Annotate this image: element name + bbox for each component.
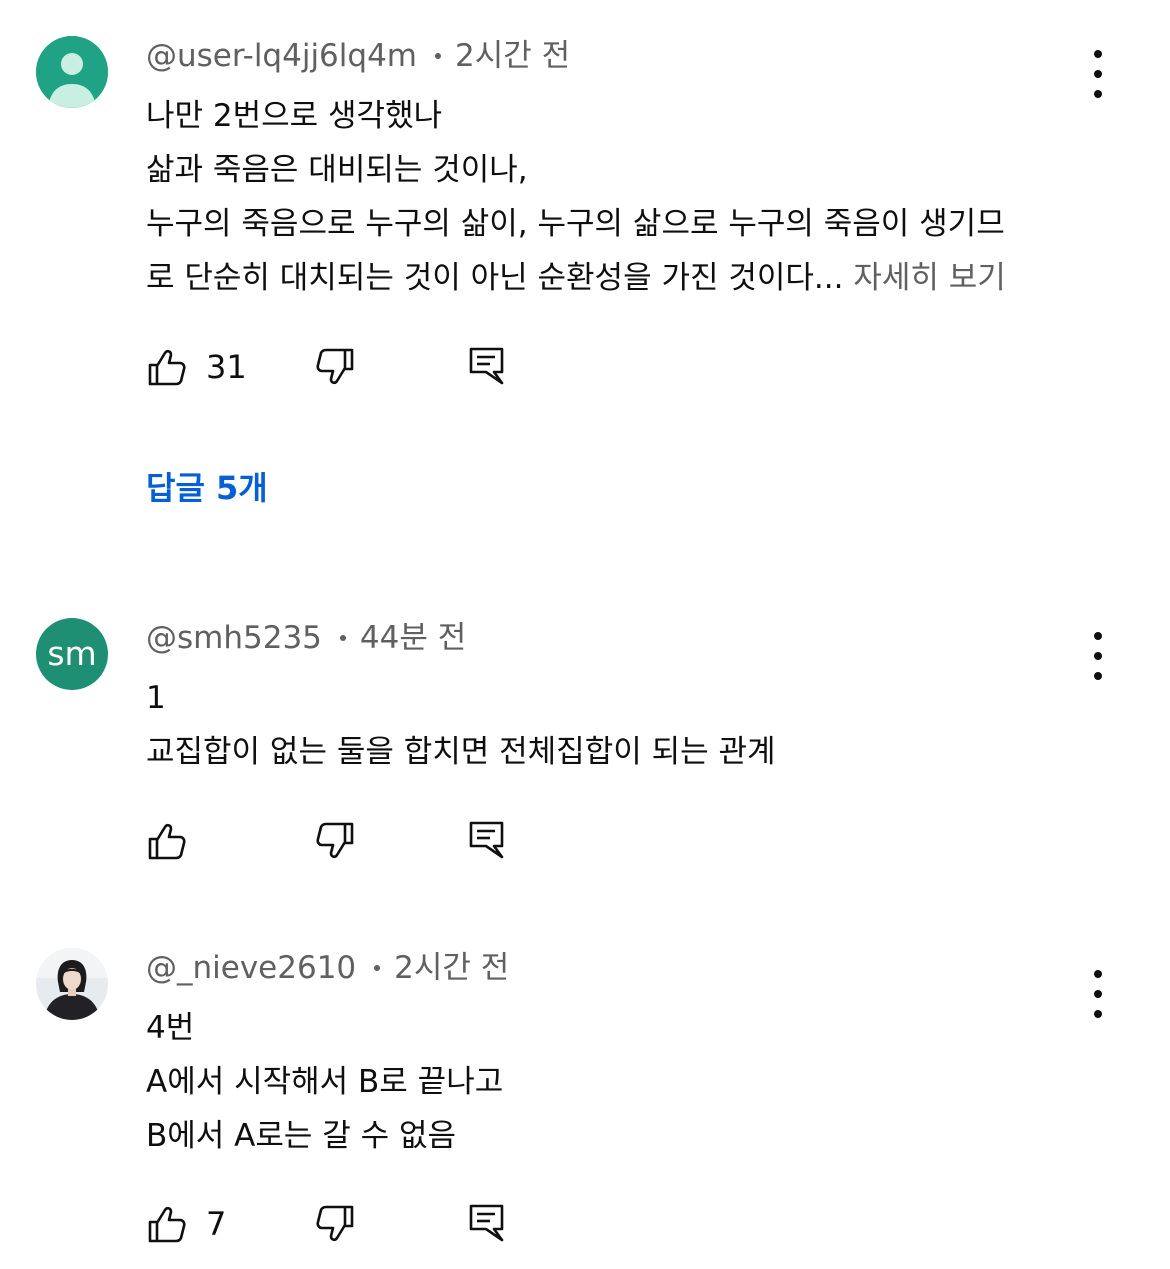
more-dot [1094,70,1102,78]
more-dot [1094,652,1102,660]
comment-line: 나만 2번으로 생각했나 [146,98,443,134]
more-vertical-icon [1094,970,1102,978]
comment-line: A에서 시작해서 B로 끝나고 [146,1064,504,1100]
comment-line: 삶과 죽음은 대비되는 것이나, [146,152,528,188]
comment-line: 누구의 죽음으로 누구의 삶이, 누구의 삶으로 누구의 죽음이 생기므 [146,206,1005,242]
author-name[interactable]: @smh5235 [146,620,322,656]
dislike-button[interactable] [316,1202,356,1246]
avatar[interactable]: sm [36,618,108,690]
separator-dot [339,634,346,641]
author-name[interactable]: @_nieve2610 [146,950,356,986]
avatar[interactable] [36,36,108,108]
thumb-up-icon [148,1206,186,1243]
reply-comment-icon [469,347,504,385]
view-replies-link[interactable]: 답글 5개 [146,466,268,510]
reply-comment-icon [469,821,504,859]
more-dot [1094,90,1102,98]
like-count: 31 [206,348,247,386]
avatar-initials: sm [47,634,97,673]
comment-line-last: 로 단순히 대치되는 것이 아닌 순환성을 가진 것이다... 자세히 보기 [146,251,1006,305]
thumb-down-icon [316,1205,354,1242]
like-button[interactable]: 7 [146,1202,226,1246]
reply-button[interactable] [468,345,508,389]
avatar[interactable] [36,948,108,1020]
more-dot [1094,672,1102,680]
comment-line: 4번 [146,1010,195,1046]
thumb-up-icon [148,349,186,386]
comment-line: 교집합이 없는 둘을 합치면 전체집합이 되는 관계 [146,734,776,770]
like-count: 7 [206,1205,227,1243]
read-more-link[interactable]: 자세히 보기 [843,260,1005,296]
comment-header: @user-lq4jj6lq4m 2시간 전 [146,36,570,76]
comment-line: 1 [146,680,166,716]
comment-time[interactable]: 2시간 전 [394,950,509,986]
default-person-icon [36,36,108,108]
comment-header: @_nieve2610 2시간 전 [146,948,509,988]
thumb-down-icon [316,348,354,385]
comment-header: @smh5235 44분 전 [146,618,466,658]
more-options-button[interactable] [1084,628,1112,684]
reply-comment-icon [469,1204,504,1242]
comment-line: 로 단순히 대치되는 것이 아닌 순환성을 가진 것이다... [146,260,844,296]
comment-text: 나만 2번으로 생각했나 삶과 죽음은 대비되는 것이나, 누구의 죽음으로 누… [146,89,1006,305]
like-button[interactable]: 31 [146,345,247,389]
separator-dot [435,52,441,59]
like-button[interactable] [146,819,186,863]
author-name[interactable]: @user-lq4jj6lq4m [146,38,417,74]
comment-text: 1 교집합이 없는 둘을 합치면 전체집합이 되는 관계 [146,671,776,779]
thumb-up-icon [148,823,186,860]
reply-button[interactable] [468,1202,508,1246]
more-vertical-icon [1094,632,1102,640]
person-photo-icon [36,948,108,1020]
thumb-down-icon [316,822,354,859]
more-vertical-icon [1094,50,1102,58]
more-dot [1094,990,1102,998]
dislike-button[interactable] [316,345,356,389]
more-options-button[interactable] [1084,958,1112,1018]
separator-dot [374,964,381,971]
comment-time[interactable]: 44분 전 [360,620,466,656]
reply-button[interactable] [468,819,508,863]
comment-time[interactable]: 2시간 전 [455,38,570,74]
more-options-button[interactable] [1084,46,1112,102]
dislike-button[interactable] [316,819,356,863]
comment-line: B에서 A로는 갈 수 없음 [146,1118,457,1154]
more-dot [1094,1010,1102,1018]
comment-text: 4번 A에서 시작해서 B로 끝나고 B에서 A로는 갈 수 없음 [146,1001,503,1163]
